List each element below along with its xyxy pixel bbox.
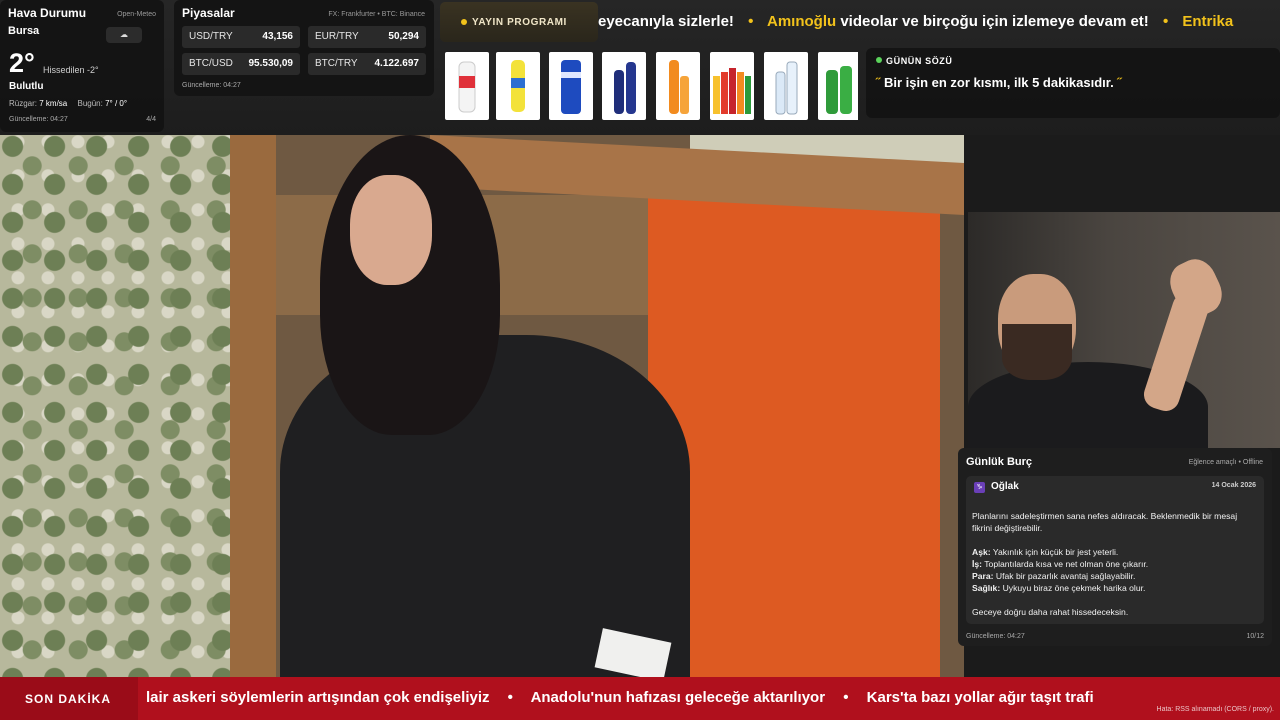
today-value: 7° / 0° — [105, 99, 128, 108]
ticker-separator-icon: • — [507, 689, 513, 706]
breaking-news-item: Kars'ta bazı yollar ağır taşıt trafi — [866, 689, 1094, 706]
breaking-news-badge: SON DAKİKA — [0, 677, 138, 720]
broadcast-schedule-label: YAYIN PROGRAMI — [472, 17, 567, 28]
video-door-frame — [230, 135, 276, 677]
broadcast-schedule-button[interactable]: YAYIN PROGRAMI — [440, 2, 598, 42]
horoscope-updated: Güncelleme: 04:27 — [966, 633, 1025, 640]
market-value: 4.122.697 — [374, 58, 420, 69]
market-key: EUR/TRY — [315, 31, 359, 42]
quote-text: Bir işin en zor kısmı, ilk 5 dakikasıdır… — [883, 75, 1114, 90]
weather-temperature: 2° — [9, 48, 35, 78]
status-dot-icon — [461, 19, 467, 25]
horoscope-line-text: Toplantılarda kısa ve net olman öne çıka… — [984, 559, 1149, 569]
person-face — [350, 175, 432, 285]
horoscope-sign: Oğlak — [991, 481, 1019, 492]
market-cell-usdtry: USD/TRY 43,156 — [182, 26, 300, 48]
market-cell-btctry: BTC/TRY 4.122.697 — [308, 53, 426, 75]
top-overlay-bar: Hava Durumu Open-Meteo Bursa ☁ 2° Hissed… — [0, 0, 1280, 135]
main-video-frame — [0, 135, 964, 677]
video-patterned-wall — [0, 135, 238, 677]
breaking-news-ticker: lair askeri söylemlerin artışından çok e… — [146, 689, 1094, 706]
product-image — [710, 52, 754, 120]
horoscope-date: 14 Ocak 2026 — [1211, 482, 1256, 489]
quote-text-line: ˝ Bir işin en zor kısmı, ilk 5 dakikasıd… — [876, 75, 1270, 90]
today-label: Bugün: — [77, 99, 103, 108]
daily-horoscope-widget: Günlük Burç Eğlence amaçlı • Offline ♑ O… — [958, 448, 1272, 646]
market-cell-btcusd: BTC/USD 95.530,09 — [182, 53, 300, 75]
ticker-separator-icon: • — [748, 13, 754, 30]
market-value: 50,294 — [388, 31, 419, 42]
sponsor-product-strip — [442, 50, 858, 123]
product-image — [764, 52, 808, 120]
market-key: USD/TRY — [189, 31, 233, 42]
horoscope-intro: Planlarını sadeleştirmen sana nefes aldı… — [972, 511, 1238, 533]
horoscope-line-label: Para: — [972, 571, 994, 581]
horoscope-line-love: Aşk: Yakınlık için küçük bir jest yeterl… — [972, 547, 1118, 557]
breaking-news-item: Anadolu'nun hafızası geleceğe aktarılıyo… — [530, 689, 826, 706]
breaking-news-bar: SON DAKİKA lair askeri söylemlerin artış… — [0, 677, 1280, 720]
breaking-news-label: SON DAKİKA — [25, 692, 112, 706]
wind-label: Rüzgar: — [9, 99, 38, 108]
weather-updated: Güncelleme: 04:27 — [9, 116, 68, 123]
weather-details: Rüzgar: 7 km/sa Bugün: 7° / 0° — [9, 99, 135, 108]
horoscope-line-text: Ufak bir pazarlık avantaj sağlayabilir. — [995, 571, 1136, 581]
horoscope-line-text: Uykuyu biraz öne çekmek harika olur. — [1002, 583, 1146, 593]
market-value: 43,156 — [262, 31, 293, 42]
quote-heading: GÜNÜN SÖZÜ — [876, 56, 1270, 66]
product-image — [818, 52, 858, 120]
top-news-ticker: eyecanıyla sizlerle! • Amınoğlu videolar… — [598, 0, 1280, 44]
quote-heading-label: GÜNÜN SÖZÜ — [886, 56, 953, 66]
horoscope-line-label: Aşk: — [972, 547, 991, 557]
ticker-separator-icon: • — [843, 689, 849, 706]
product-image — [656, 52, 700, 120]
capricorn-icon: ♑ — [974, 482, 985, 493]
market-key: BTC/USD — [189, 58, 233, 69]
quote-close-mark: ˝ — [1117, 75, 1122, 90]
weather-feels-like: Hissedilen -2° — [43, 65, 99, 75]
markets-source: FX: Frankfurter • BTC: Binance — [328, 11, 425, 18]
quote-of-the-day: GÜNÜN SÖZÜ ˝ Bir işin en zor kısmı, ilk … — [866, 48, 1280, 118]
product-image — [602, 52, 646, 120]
cloud-icon: ☁ — [106, 27, 142, 43]
video-person — [280, 135, 700, 677]
top-ticker-track: eyecanıyla sizlerle! • Amınoğlu videolar… — [598, 13, 1233, 30]
product-image — [549, 52, 593, 120]
ticker-highlight: Entrika — [1182, 13, 1234, 30]
breaking-news-item: lair askeri söylemlerin artışından çok e… — [146, 689, 490, 706]
ticker-text: eyecanıyla sizlerle! — [598, 13, 734, 30]
horoscope-categories: Aşk: Yakınlık için küçük bir jest yeterl… — [972, 546, 1258, 594]
market-value: 95.530,09 — [248, 58, 294, 69]
horoscope-line-work: İş: Toplantılarda kısa ve net olman öne … — [972, 559, 1148, 569]
streamer-webcam — [968, 212, 1280, 448]
markets-updated: Güncelleme: 04:27 — [182, 82, 241, 89]
live-dot-icon — [876, 57, 882, 63]
horoscope-body: Planlarını sadeleştirmen sana nefes aldı… — [972, 510, 1258, 630]
weather-page-indicator: 4/4 — [146, 116, 156, 123]
markets-widget: Piyasalar FX: Frankfurter • BTC: Binance… — [174, 0, 434, 96]
horoscope-line-money: Para: Ufak bir pazarlık avantaj sağlayab… — [972, 571, 1135, 581]
product-image — [496, 52, 540, 120]
streamer-beard — [1002, 324, 1072, 380]
weather-source: Open-Meteo — [117, 11, 156, 18]
horoscope-line-label: Sağlık: — [972, 583, 1001, 593]
ticker-text: videolar ve birçoğu için izlemeye devam … — [840, 13, 1149, 30]
horoscope-outro: Geceye doğru daha rahat hissedeceksin. — [972, 607, 1129, 617]
weather-widget: Hava Durumu Open-Meteo Bursa ☁ 2° Hissed… — [0, 0, 164, 132]
rss-error-note: Hata: RSS alınamadı (CORS / proxy). — [1156, 706, 1274, 713]
ticker-separator-icon: • — [1162, 13, 1169, 30]
market-cell-eurtry: EUR/TRY 50,294 — [308, 26, 426, 48]
weather-description: Bulutlu — [9, 81, 44, 92]
wind-value: 7 km/sa — [39, 99, 68, 108]
quote-open-mark: ˝ — [876, 75, 881, 90]
horoscope-page-indicator: 10/12 — [1246, 633, 1264, 640]
horoscope-mode: Eğlence amaçlı • Offline — [1188, 459, 1263, 466]
ticker-highlight: Amınoğlu — [767, 13, 837, 30]
product-image — [445, 52, 489, 120]
horoscope-line-health: Sağlık: Uykuyu biraz öne çekmek harika o… — [972, 583, 1145, 593]
horoscope-line-text: Yakınlık için küçük bir jest yeterli. — [992, 547, 1119, 557]
market-key: BTC/TRY — [315, 58, 358, 69]
horoscope-card: ♑ Oğlak 14 Ocak 2026 Planlarını sadeleşt… — [966, 476, 1264, 624]
horoscope-line-label: İş: — [972, 559, 983, 569]
